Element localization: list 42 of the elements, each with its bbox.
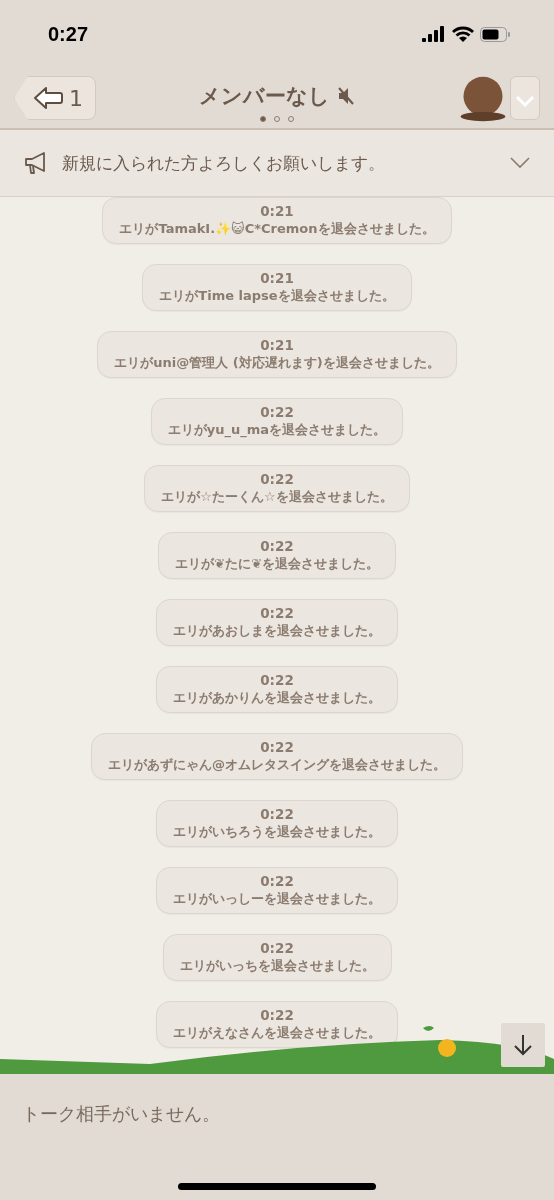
message-time: 0:22	[260, 1006, 294, 1024]
message-text: エリがyu_u_maを退会させました。	[167, 421, 387, 439]
message-time: 0:21	[260, 202, 294, 220]
message-text: エリがいっしーを退会させました。	[173, 890, 381, 908]
message-time: 0:22	[260, 537, 294, 555]
message-text: エリがえなさんを退会させました。	[173, 1024, 381, 1042]
message-time: 0:21	[260, 269, 294, 287]
message-time: 0:22	[260, 403, 294, 421]
message-time: 0:22	[260, 671, 294, 689]
message-time: 0:22	[260, 738, 294, 756]
chevron-down-icon	[515, 93, 535, 107]
announcement-bar[interactable]: 新規に入られた方よろしくお願いします。	[0, 130, 554, 197]
message-text: エリがuni@管理人 (対応遅れます)を退会させました。	[114, 354, 440, 372]
message-time: 0:22	[260, 470, 294, 488]
clock-time: 0:27	[48, 22, 89, 46]
message-text: エリが☆たーくん☆を退会させました。	[161, 488, 393, 506]
message-text: エリがいっちを退会させました。	[179, 957, 375, 975]
message-text: エリが❦たに❦を退会させました。	[175, 555, 379, 573]
battery-icon	[480, 26, 510, 42]
chevron-down-icon[interactable]	[510, 157, 530, 169]
down-arrow-icon	[513, 1034, 533, 1056]
message-time: 0:22	[260, 805, 294, 823]
message-time: 0:22	[260, 939, 294, 957]
message-text: エリがいちろうを退会させました。	[173, 823, 381, 841]
chat-title: メンバーなし	[199, 83, 330, 110]
message-time: 0:21	[260, 336, 294, 354]
message-text: エリがTamakI.✨😺C*Cremonを退会させました。	[119, 220, 435, 238]
back-button[interactable]: 1	[14, 76, 96, 120]
message-text: エリがあおしまを退会させました。	[173, 622, 381, 640]
message-time: 0:22	[260, 604, 294, 622]
scroll-down-button[interactable]	[501, 1023, 545, 1067]
wifi-icon	[452, 26, 474, 42]
message-time: 0:22	[260, 872, 294, 890]
message-text: エリがあかりんを退会させました。	[173, 689, 381, 707]
announcement-text: 新規に入られた方よろしくお願いします。	[62, 151, 386, 175]
no-member-notice: トーク相手がいません。	[22, 1102, 221, 1126]
back-arrow-icon	[33, 86, 63, 110]
page-dot[interactable]	[259, 116, 266, 122]
message-text: エリがあずにゃん@オムレタスイングを退会させました。	[108, 756, 446, 774]
signal-icon	[422, 26, 446, 42]
message-text: エリがTime lapseを退会させました。	[159, 287, 395, 305]
megaphone-icon	[24, 152, 48, 174]
